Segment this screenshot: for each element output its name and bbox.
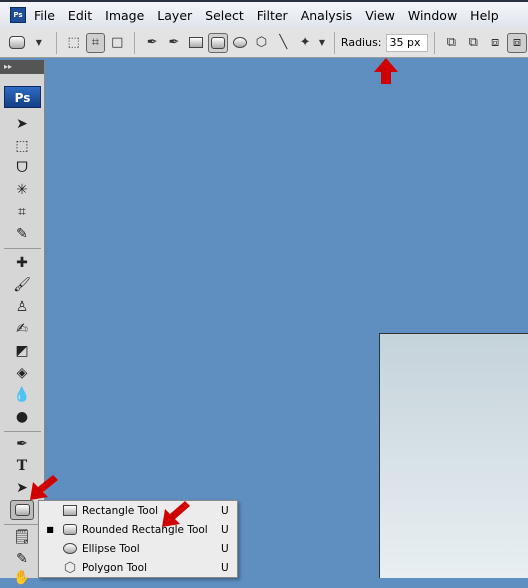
arrow-down-left-icon	[162, 501, 190, 527]
arrow-down-left-icon	[30, 475, 58, 500]
arrow-up-icon	[374, 58, 398, 84]
annotation-arrows	[30, 58, 398, 527]
